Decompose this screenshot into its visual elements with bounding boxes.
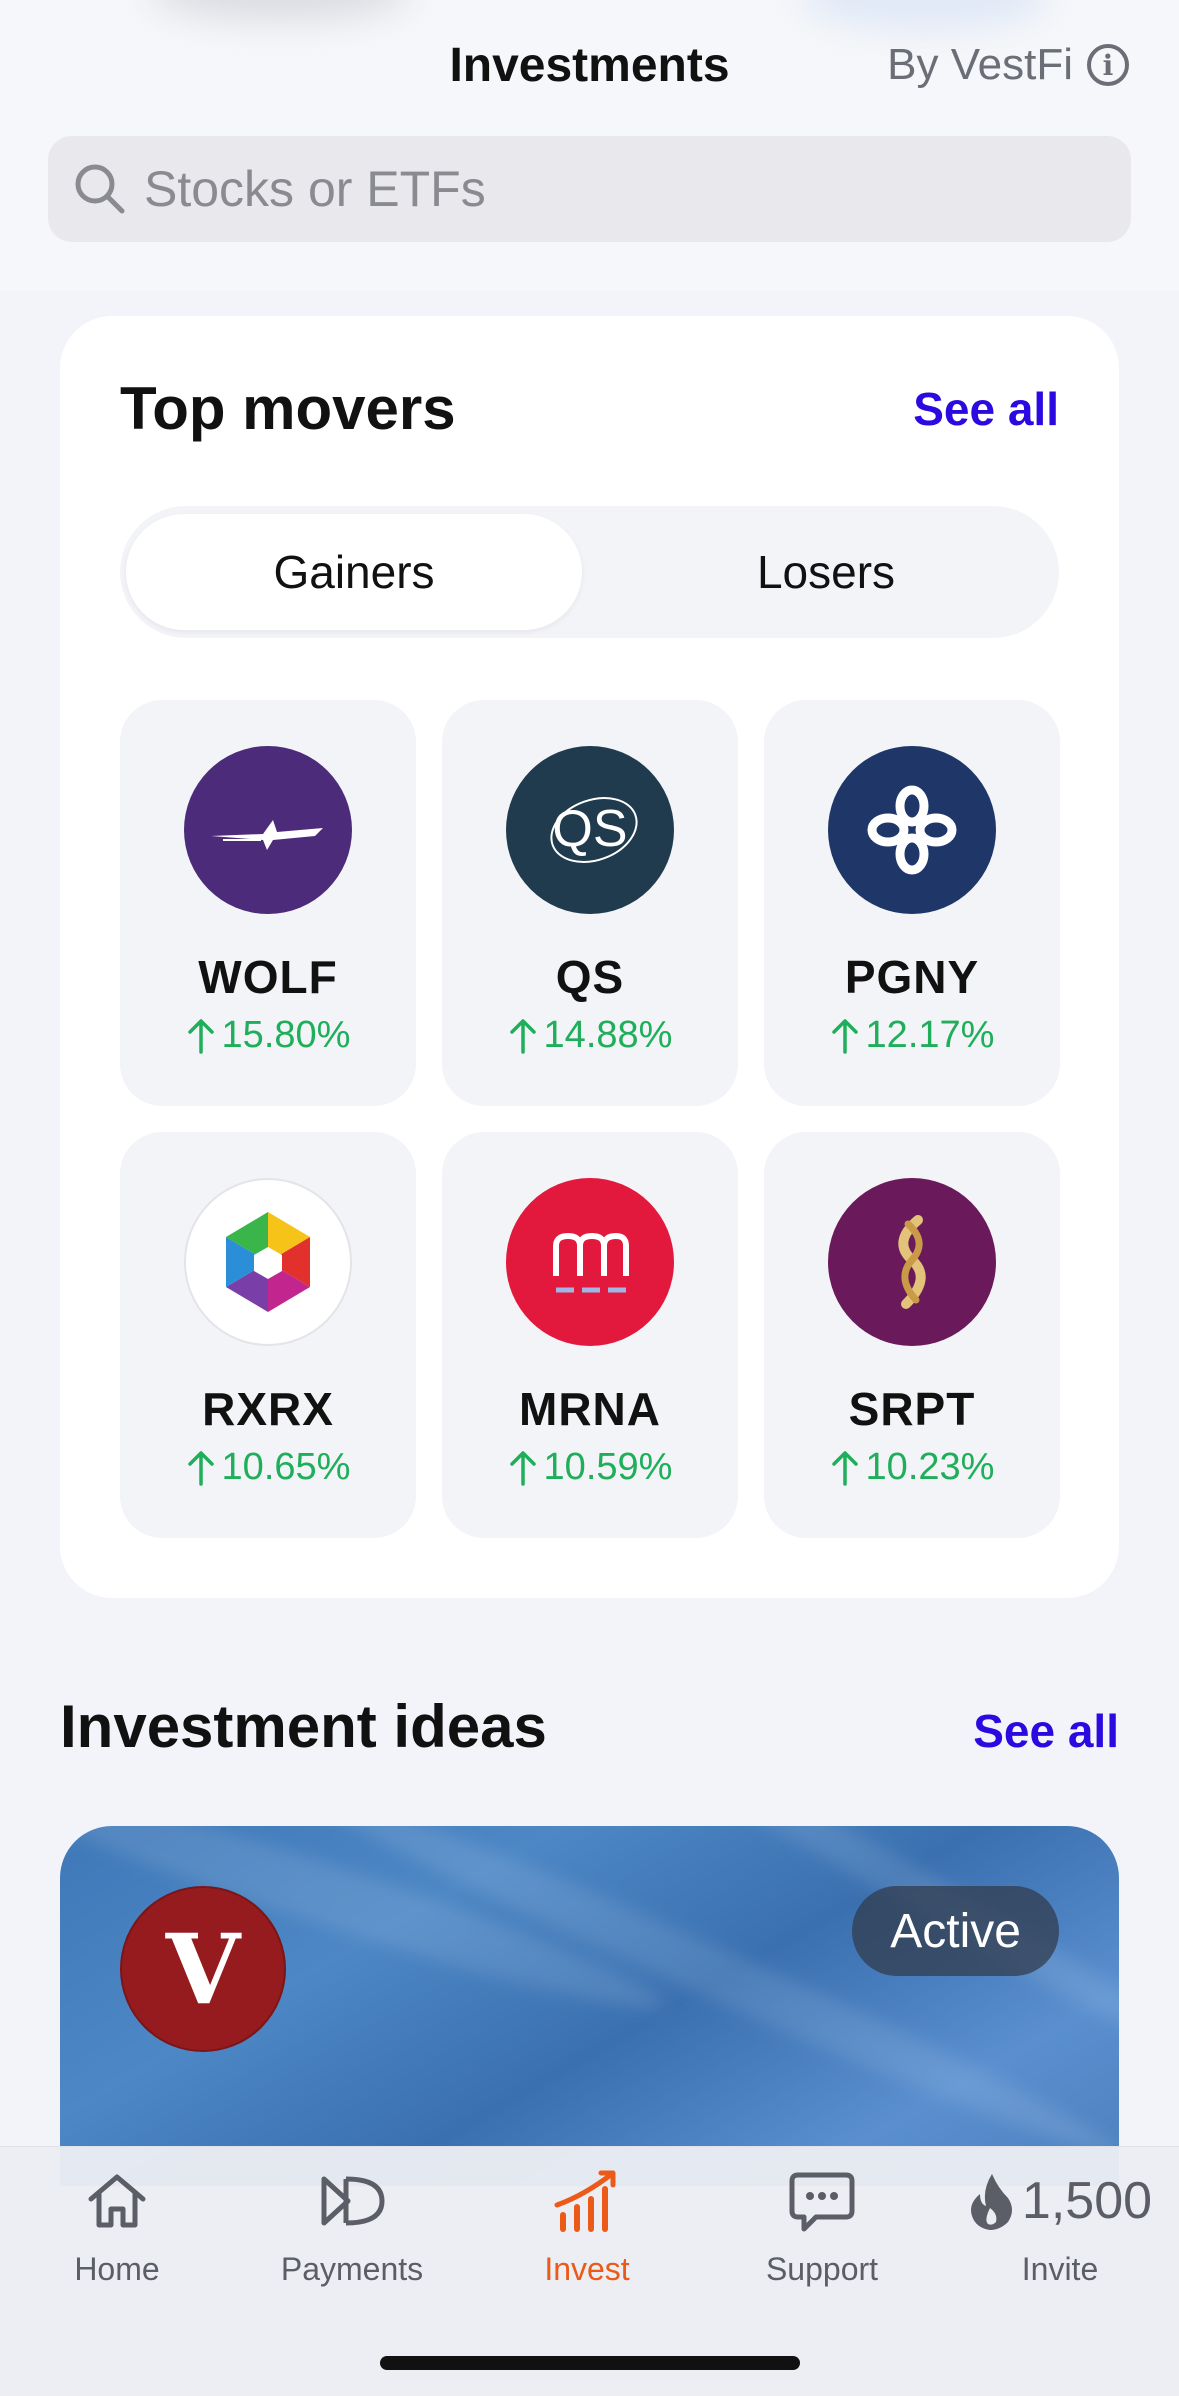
search-bar[interactable] xyxy=(48,136,1131,242)
mover-change: 14.88% xyxy=(508,1014,672,1057)
segment-gainers[interactable]: Gainers xyxy=(126,514,582,630)
arrow-up-icon xyxy=(187,1018,214,1054)
search-input[interactable] xyxy=(144,160,1044,218)
segment-losers[interactable]: Losers xyxy=(598,514,1054,630)
mover-change: 12.17% xyxy=(830,1014,994,1057)
tab-home[interactable]: Home xyxy=(7,2165,227,2288)
top-movers-title: Top movers xyxy=(120,375,456,442)
tab-payments[interactable]: Payments xyxy=(242,2165,462,2288)
mover-tile-mrna[interactable]: MRNA 10.59% xyxy=(442,1132,738,1538)
quantumscape-logo-icon: QS xyxy=(506,746,674,914)
arrow-up-icon xyxy=(831,1018,858,1054)
home-icon xyxy=(88,2174,146,2228)
mover-ticker: WOLF xyxy=(198,951,338,1003)
mover-tile-srpt[interactable]: SRPT 10.23% xyxy=(764,1132,1060,1538)
provider-info[interactable]: By VestFi i xyxy=(887,40,1129,90)
mover-change: 10.65% xyxy=(186,1446,350,1489)
mover-tile-qs[interactable]: QS QS 14.88% xyxy=(442,700,738,1106)
arrow-up-icon xyxy=(187,1450,214,1486)
arrow-up-icon xyxy=(831,1450,858,1486)
gainers-losers-toggle: Gainers Losers xyxy=(120,506,1059,638)
sarepta-logo-icon xyxy=(828,1178,996,1346)
mover-ticker: QS xyxy=(555,951,625,1003)
mover-ticker: RXRX xyxy=(202,1383,334,1435)
invest-icon xyxy=(554,2170,616,2232)
mover-tile-wolf[interactable]: WOLF 15.80% xyxy=(120,700,416,1106)
progyny-logo-icon xyxy=(828,746,996,914)
mover-ticker: SRPT xyxy=(848,1383,976,1435)
tab-support[interactable]: Support xyxy=(712,2165,932,2288)
investment-ideas-see-all-link[interactable]: See all xyxy=(973,1704,1119,1758)
mover-change: 15.80% xyxy=(186,1014,350,1057)
payments-icon xyxy=(321,2176,385,2226)
arrow-up-icon xyxy=(509,1018,536,1054)
mover-tile-pgny[interactable]: PGNY 12.17% xyxy=(764,700,1060,1106)
search-icon xyxy=(75,164,125,214)
mover-ticker: MRNA xyxy=(519,1383,661,1435)
moderna-logo-icon xyxy=(506,1178,674,1346)
svg-text:QS: QS xyxy=(552,800,627,858)
top-movers-see-all-link[interactable]: See all xyxy=(913,382,1059,436)
mover-tile-rxrx[interactable]: RXRX 10.65% xyxy=(120,1132,416,1538)
flame-icon xyxy=(970,2174,1012,2230)
support-icon xyxy=(789,2172,855,2232)
invite-count: 1,500 xyxy=(968,2165,1152,2237)
recursion-logo-icon xyxy=(184,1178,352,1346)
mover-ticker: PGNY xyxy=(844,951,980,1003)
mover-change: 10.23% xyxy=(830,1446,994,1489)
tab-invest[interactable]: Invest xyxy=(477,2165,697,2288)
provider-label: By VestFi xyxy=(887,40,1073,89)
mover-change: 10.59% xyxy=(508,1446,672,1489)
investment-idea-card[interactable]: V Active xyxy=(60,1826,1119,2186)
arrow-up-icon xyxy=(509,1450,536,1486)
investment-ideas-title: Investment ideas xyxy=(60,1693,547,1760)
top-movers-card: Top movers See all Gainers Losers WOLF 1… xyxy=(60,316,1119,1598)
home-indicator xyxy=(380,2356,800,2370)
vanguard-logo-icon: V xyxy=(120,1886,286,2052)
status-badge: Active xyxy=(852,1886,1059,1976)
info-icon[interactable]: i xyxy=(1087,44,1129,86)
wolfspeed-logo-icon xyxy=(184,746,352,914)
tab-invite[interactable]: 1,500 Invite xyxy=(950,2165,1170,2288)
